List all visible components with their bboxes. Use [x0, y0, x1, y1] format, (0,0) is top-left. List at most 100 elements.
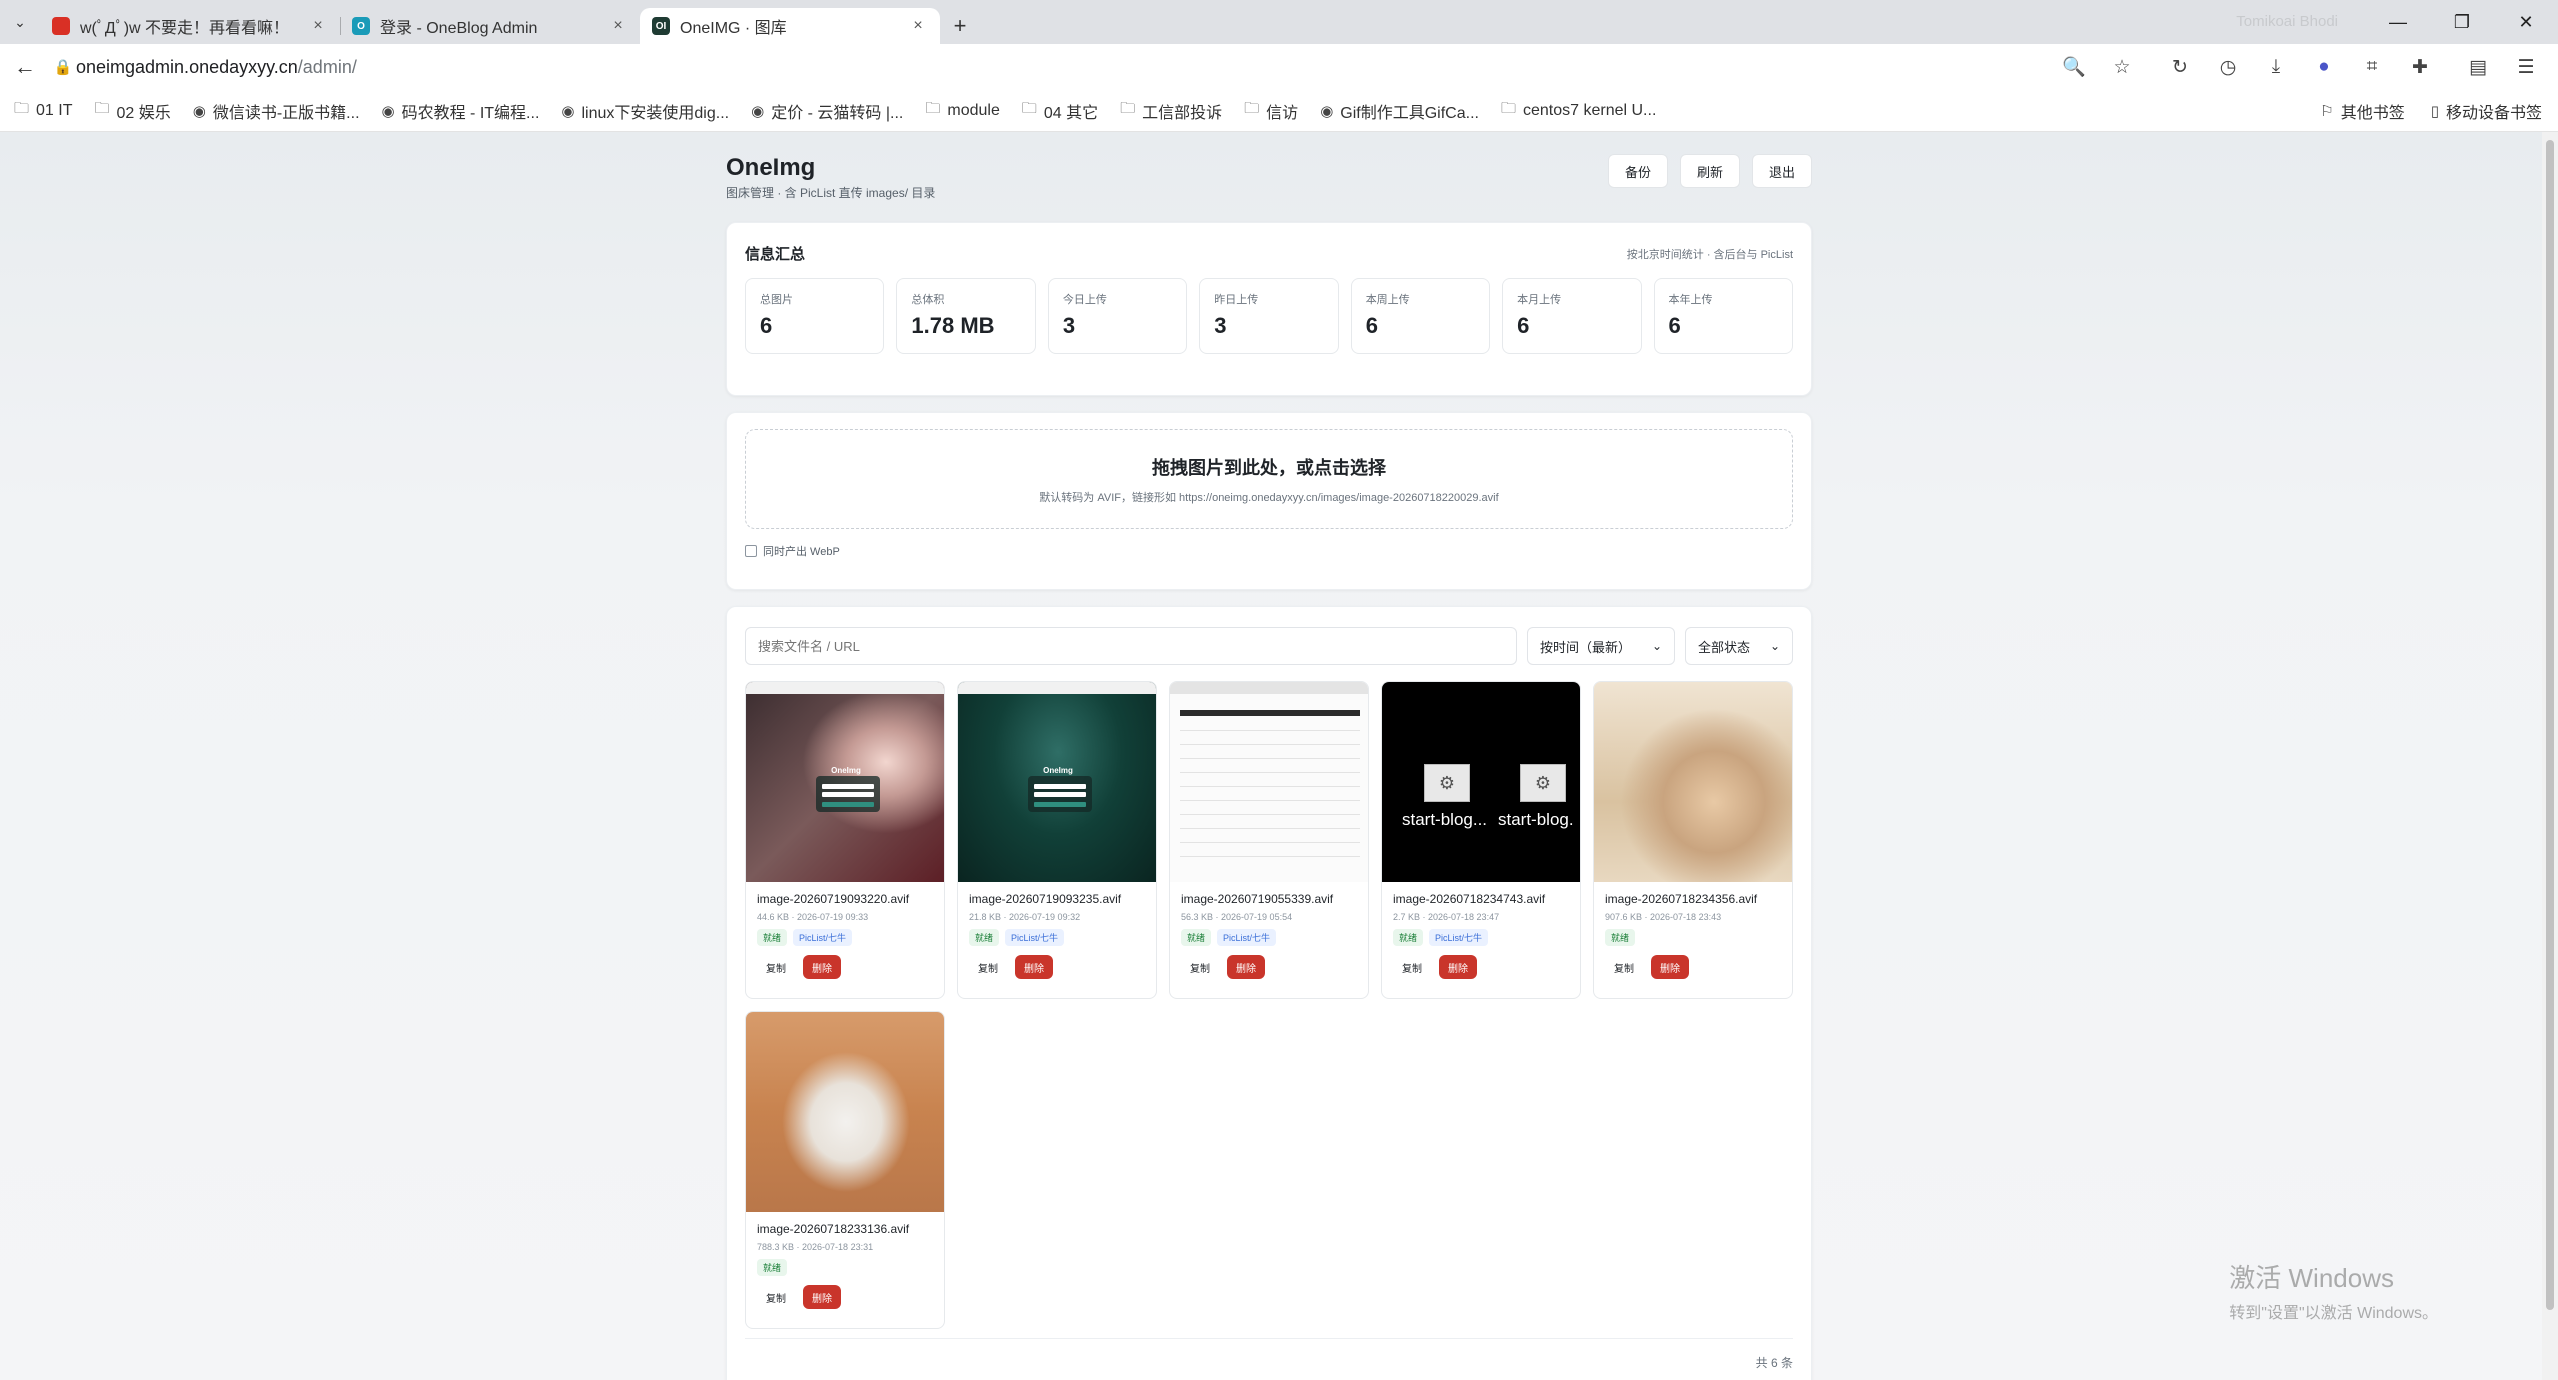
image-thumbnail[interactable] [1594, 682, 1792, 882]
lock-icon[interactable]: 🔒 [50, 58, 76, 76]
tab-1-favicon-icon [52, 17, 70, 35]
bookmark-item[interactable]: ◉ 定价 - 云猫转码 |... [751, 99, 903, 123]
status-select[interactable]: 全部状态 ⌄ [1685, 627, 1793, 665]
tab-2-close-icon[interactable]: × [608, 17, 628, 35]
menu-icon[interactable]: ☰ [2502, 56, 2550, 79]
minimize-icon[interactable]: — [2366, 0, 2430, 44]
status-badge: 就绪 [757, 1259, 788, 1276]
file-info: 788.3 KB · 2026-07-18 23:31 [757, 1242, 874, 1252]
upload-card: 拖拽图片到此处，或点击选择 默认转码为 AVIF，链接形如 https://on… [726, 412, 1812, 590]
bookmark-item[interactable]: ◉ 微信读书-正版书籍... [193, 99, 360, 123]
stats-card: 信息汇总 按北京时间统计 · 含后台与 PicList 总图片 6 总体积 1.78… [726, 222, 1812, 396]
delete-button[interactable]: 删除 [1015, 955, 1053, 979]
gear-shortcut-icon: ⚙ [1424, 764, 1470, 802]
scrollbar-thumb[interactable] [2546, 140, 2554, 1310]
new-tab-button[interactable]: + [940, 8, 980, 44]
total-count: 共 6 条 [1755, 1356, 1793, 1370]
bookmark-item[interactable]: 🗀 信访 [1244, 98, 1298, 123]
delete-button[interactable]: 删除 [1439, 955, 1477, 979]
file-name: image-20260719093235.avif [969, 892, 1122, 906]
stat-total-size: 总体积 1.78 MB [896, 278, 1036, 354]
copy-button[interactable]: 复制 [1181, 955, 1219, 979]
copy-button[interactable]: 复制 [1393, 955, 1431, 979]
image-card: image-20260719055339.avif 56.3 KB · 2026… [1169, 681, 1369, 999]
image-card: image-20260718234356.avif 907.6 KB · 202… [1593, 681, 1793, 999]
sort-select[interactable]: 按时间（最新） ⌄ [1527, 627, 1675, 665]
address-bar[interactable]: oneimgadmin.onedayxyy.cn/admin/ [76, 57, 357, 78]
image-thumbnail[interactable]: OneImg [958, 682, 1156, 882]
source-badge: PicList/七牛 [793, 929, 853, 946]
file-name: image-20260718233136.avif [757, 1222, 910, 1236]
refresh-button[interactable]: 刷新 [1679, 154, 1740, 188]
status-badge: 就绪 [969, 929, 1000, 946]
delete-button[interactable]: 删除 [803, 955, 841, 979]
backup-button[interactable]: 备份 [1607, 154, 1668, 188]
extension-globe-icon[interactable]: ● [2300, 56, 2348, 78]
address-toolbar: ← 🔒 oneimgadmin.onedayxyy.cn/admin/ 🔍 ☆ … [0, 44, 2558, 90]
upload-dropzone[interactable]: 拖拽图片到此处，或点击选择 默认转码为 AVIF，链接形如 https://on… [745, 429, 1793, 529]
file-info: 2.7 KB · 2026-07-18 23:47 [1393, 912, 1500, 922]
folder-icon: 🗀 [1500, 100, 1516, 117]
bookmark-item[interactable]: 🗀 centos7 kernel U... [1501, 98, 1656, 123]
history-icon[interactable]: ◷ [2204, 56, 2252, 79]
image-thumbnail[interactable] [1170, 682, 1368, 882]
bookmark-item[interactable]: 🗀 02 娱乐 [94, 98, 170, 123]
mobile-bookmarks[interactable]: ▯ 移动设备书签 [2431, 99, 2542, 123]
tab-3-close-icon[interactable]: × [908, 17, 928, 35]
star-icon[interactable]: ☆ [2098, 56, 2146, 79]
tab-search-chevron-icon[interactable]: ⌄ [0, 0, 40, 44]
copy-button[interactable]: 复制 [969, 955, 1007, 979]
globe-icon: ◉ [751, 102, 765, 120]
puzzle-icon[interactable]: ✚ [2396, 56, 2444, 79]
bookmark-item[interactable]: 🗀 module [925, 98, 1000, 123]
close-window-icon[interactable]: ✕ [2494, 0, 2558, 44]
webp-checkbox[interactable] [745, 545, 757, 557]
search-input[interactable] [745, 627, 1517, 665]
crop-icon[interactable]: ⌗ [2348, 56, 2396, 78]
folder-icon: 🗀 [1120, 100, 1136, 117]
image-thumbnail[interactable]: OneImg [746, 682, 944, 882]
page-scrollbar[interactable] [2542, 132, 2558, 1380]
dropzone-title: 拖拽图片到此处，或点击选择 [1152, 457, 1386, 478]
bookmark-item[interactable]: 🗀 01 IT [14, 98, 72, 123]
zoom-icon[interactable]: 🔍 [2050, 55, 2098, 79]
bookmark-item[interactable]: 🗀 工信部投诉 [1120, 98, 1222, 123]
bookmarks-bar: 🗀 01 IT 🗀 02 娱乐 ◉ 微信读书-正版书籍... ◉ 码农教程 - IT编程… [0, 90, 2558, 132]
copy-button[interactable]: 复制 [1605, 955, 1643, 979]
gallery-divider [745, 1338, 1793, 1339]
gallery-card: 按时间（最新）⌄ 全部状态⌄ OneImg image-202607190932… [726, 606, 1812, 1380]
webp-option[interactable]: 同时产出 WebP [745, 543, 1793, 559]
globe-icon: ◉ [381, 102, 395, 120]
delete-button[interactable]: 删除 [1651, 955, 1689, 979]
tab-3-title: OneIMG · 图库 [680, 20, 787, 37]
stats-note: 按北京时间统计 · 含后台与 PicList [1626, 248, 1793, 261]
reload-icon[interactable]: ↻ [2156, 56, 2204, 79]
delete-button[interactable]: 删除 [1227, 955, 1265, 979]
copy-button[interactable]: 复制 [757, 955, 795, 979]
bookmark-item[interactable]: 🗀 04 其它 [1022, 98, 1098, 123]
thumb-logo-text: OneImg [831, 766, 861, 775]
source-badge: PicList/七牛 [1429, 929, 1489, 946]
bookmark-item[interactable]: ◉ Gif制作工具GifCa... [1320, 99, 1479, 123]
image-thumbnail[interactable] [746, 1012, 944, 1212]
delete-button[interactable]: 删除 [803, 1285, 841, 1309]
image-thumbnail[interactable]: ⚙ ⚙ start-blog... start-blog. [1382, 682, 1580, 882]
copy-button[interactable]: 复制 [757, 1285, 795, 1309]
download-icon[interactable]: ⤓ [2252, 56, 2300, 78]
bookmark-icon: ⚐ [2320, 103, 2334, 120]
webp-label: 同时产出 WebP [763, 546, 840, 558]
file-info: 56.3 KB · 2026-07-19 05:54 [1181, 912, 1293, 922]
bookmark-item[interactable]: ◉ 码农教程 - IT编程... [382, 99, 540, 123]
bookmark-item[interactable]: ◉ linux下安装使用dig... [561, 99, 729, 123]
tab-3-active[interactable]: OI OneIMG · 图库 × [640, 8, 940, 44]
stat-year: 本年上传 6 [1653, 278, 1793, 354]
other-bookmarks[interactable]: ⚐ 其他书签 [2320, 99, 2404, 123]
sidebar-icon[interactable]: ▤ [2454, 56, 2502, 79]
logout-button[interactable]: 退出 [1751, 154, 1812, 188]
toolbar-actions: 🔍 ☆ ↻ ◷ ⤓ ● ⌗ ✚ ▤ ☰ [2050, 44, 2550, 90]
tab-1[interactable]: w(ﾟДﾟ)w 不要走！再看看嘛！ × [40, 8, 340, 44]
tab-2[interactable]: O 登录 - OneBlog Admin × [340, 8, 640, 44]
back-arrow-icon[interactable]: ← [0, 54, 50, 80]
restore-icon[interactable]: ❐ [2430, 0, 2494, 44]
tab-1-close-icon[interactable]: × [308, 17, 328, 35]
